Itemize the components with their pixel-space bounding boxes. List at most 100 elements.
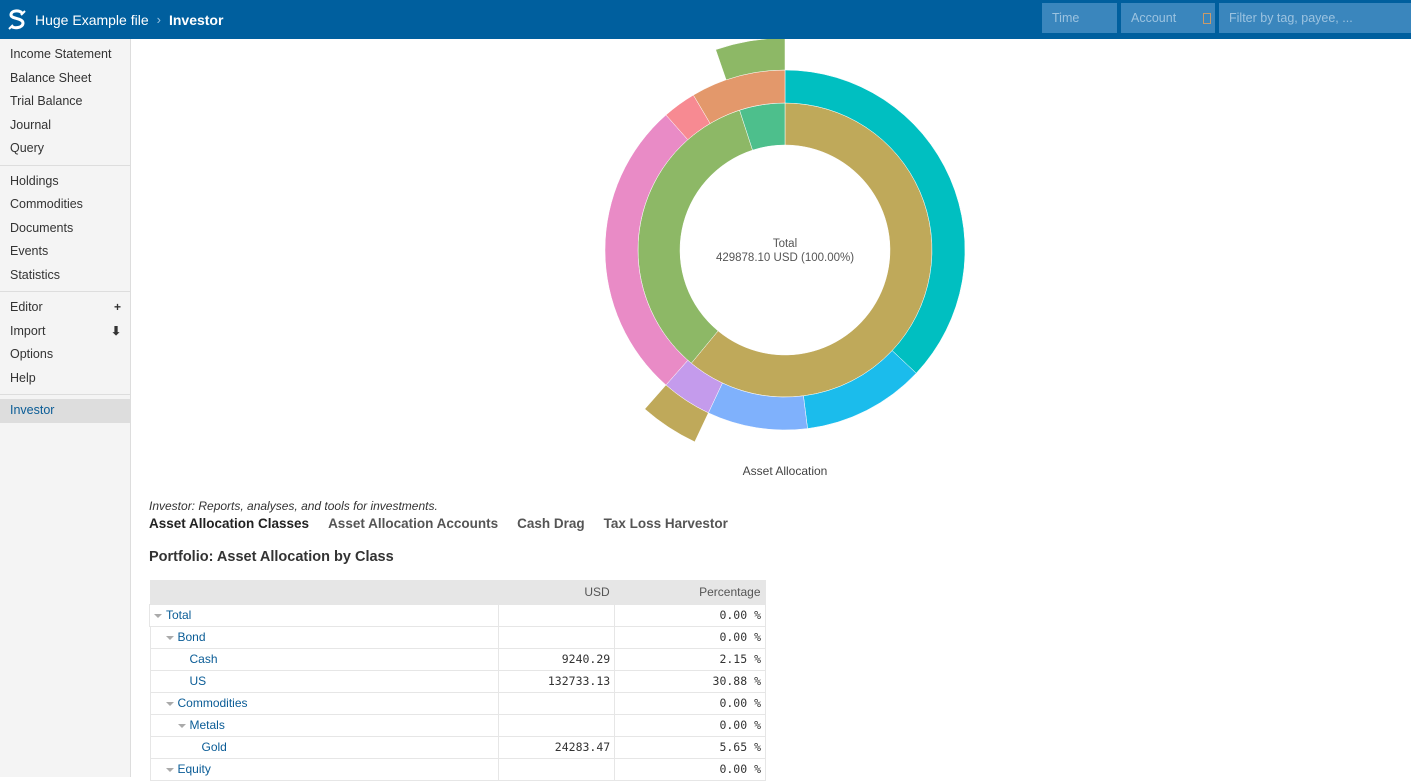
percentage-cell: 2.15 % <box>615 648 766 670</box>
tab-asset-allocation-classes[interactable]: Asset Allocation Classes <box>149 516 309 531</box>
usd-cell: 9240.29 <box>499 648 615 670</box>
tab-cash-drag[interactable]: Cash Drag <box>517 516 585 531</box>
sidebar-item-journal[interactable]: Journal <box>0 114 130 138</box>
sidebar-item-documents[interactable]: Documents <box>0 217 130 241</box>
sidebar-item-holdings[interactable]: Holdings <box>0 170 130 194</box>
collapse-toggle-icon[interactable] <box>178 724 186 728</box>
sidebar-item-query[interactable]: Query <box>0 137 130 161</box>
row-name-cell: Total <box>150 604 499 626</box>
usd-cell <box>499 626 615 648</box>
col-header-percentage[interactable]: Percentage <box>615 580 766 604</box>
sidebar-item-label: Documents <box>10 221 73 235</box>
tag-payee-filter-input[interactable]: Filter by tag, payee, ... <box>1219 3 1411 33</box>
sidebar-item-label: Journal <box>10 118 51 132</box>
sidebar-item-investor[interactable]: Investor <box>0 399 130 423</box>
account-link[interactable]: Commodities <box>178 696 248 710</box>
account-link[interactable]: Cash <box>190 652 218 666</box>
sidebar-item-commodities[interactable]: Commodities <box>0 193 130 217</box>
sidebar-item-label: Import <box>10 324 45 338</box>
account-link[interactable]: Gold <box>202 740 227 754</box>
col-header-usd[interactable]: USD <box>499 580 615 604</box>
row-name-cell: Bond <box>150 626 499 648</box>
collapse-toggle-icon[interactable] <box>166 768 174 772</box>
sidebar-item-label: Commodities <box>10 197 83 211</box>
breadcrumb-current: Investor <box>169 12 223 28</box>
row-name-cell: Gold <box>150 736 499 758</box>
sidebar-item-label: Trial Balance <box>10 94 83 108</box>
collapse-toggle-icon[interactable] <box>154 614 162 618</box>
sidebar-item-label: Income Statement <box>10 47 111 61</box>
account-filter-placeholder: Account <box>1131 11 1176 25</box>
sidebar-item-events[interactable]: Events <box>0 240 130 264</box>
sidebar-item-editor[interactable]: Editor + <box>0 296 130 320</box>
sidebar-item-income-statement[interactable]: Income Statement <box>0 43 130 67</box>
account-link[interactable]: Metals <box>190 718 225 732</box>
table-row: Cash 9240.292.15 % <box>150 648 766 670</box>
allocation-table: USD Percentage Total0.00 %Bond0.00 %Cash… <box>149 580 766 781</box>
plus-icon[interactable]: + <box>114 296 121 320</box>
breadcrumb-separator: › <box>157 12 161 27</box>
collapse-toggle-icon[interactable] <box>166 702 174 706</box>
sidebar-item-label: Editor <box>10 300 43 314</box>
table-row: Bond 0.00 % <box>150 626 766 648</box>
percentage-cell: 0.00 % <box>615 604 766 626</box>
chart-center-label: Total 429878.10 USD (100.00%) <box>685 237 885 265</box>
sidebar: Income Statement Balance Sheet Trial Balan… <box>0 39 131 777</box>
col-header-name <box>150 580 499 604</box>
sidebar-item-import[interactable]: Import ⬇ <box>0 320 130 344</box>
sidebar-item-balance-sheet[interactable]: Balance Sheet <box>0 67 130 91</box>
usd-cell: 24283.47 <box>499 736 615 758</box>
main-content: Total 429878.10 USD (100.00%) Asset Allo… <box>131 39 1411 777</box>
table-row: Total 0.00 % <box>150 604 766 626</box>
percentage-cell: 30.88 % <box>615 670 766 692</box>
account-link[interactable]: Total <box>166 608 191 622</box>
sidebar-item-options[interactable]: Options <box>0 343 130 367</box>
sidebar-item-statistics[interactable]: Statistics <box>0 264 130 288</box>
sidebar-item-label: Events <box>10 244 48 258</box>
tab-tax-loss-harvestor[interactable]: Tax Loss Harvestor <box>604 516 728 531</box>
collapse-toggle-icon[interactable] <box>166 636 174 640</box>
usd-cell <box>499 714 615 736</box>
row-name-cell: Commodities <box>150 692 499 714</box>
sidebar-item-label: Balance Sheet <box>10 71 91 85</box>
percentage-cell: 0.00 % <box>615 692 766 714</box>
sidebar-item-label: Holdings <box>10 174 59 188</box>
percentage-cell: 0.00 % <box>615 714 766 736</box>
table-row: US 132733.1330.88 % <box>150 670 766 692</box>
sidebar-group: Editor + Import ⬇Options Help <box>0 292 130 395</box>
extension-description: Investor: Reports, analyses, and tools f… <box>149 499 438 513</box>
sidebar-item-label: Help <box>10 371 36 385</box>
center-label-value: 429878.10 USD (100.00%) <box>685 251 885 265</box>
center-label-name: Total <box>685 237 885 251</box>
row-name-cell: Metals <box>150 714 499 736</box>
report-tabs: Asset Allocation Classes Asset Allocation… <box>149 516 728 531</box>
dropdown-icon <box>1203 13 1211 24</box>
sidebar-item-label: Statistics <box>10 268 60 282</box>
sidebar-item-help[interactable]: Help <box>0 367 130 391</box>
breadcrumb-file[interactable]: Huge Example file <box>35 12 149 28</box>
top-bar: Huge Example file › Investor Time Accoun… <box>0 0 1411 39</box>
section-title: Portfolio: Asset Allocation by Class <box>149 549 394 565</box>
usd-cell <box>499 692 615 714</box>
table-row: Commodities 0.00 % <box>150 692 766 714</box>
table-row: Metals 0.00 % <box>150 714 766 736</box>
usd-cell: 132733.13 <box>499 670 615 692</box>
account-link[interactable]: US <box>190 674 207 688</box>
account-link[interactable]: Bond <box>178 630 206 644</box>
row-name-cell: US <box>150 670 499 692</box>
table-header-row: USD Percentage <box>150 580 766 604</box>
chart-title: Asset Allocation <box>685 464 885 478</box>
download-icon[interactable]: ⬇ <box>111 320 121 344</box>
sidebar-item-trial-balance[interactable]: Trial Balance <box>0 90 130 114</box>
table-row: Gold 24283.475.65 % <box>150 736 766 758</box>
tab-asset-allocation-accounts[interactable]: Asset Allocation Accounts <box>328 516 498 531</box>
sidebar-group: Income Statement Balance Sheet Trial Balan… <box>0 39 130 166</box>
percentage-cell: 5.65 % <box>615 736 766 758</box>
time-filter-input[interactable]: Time <box>1042 3 1117 33</box>
sidebar-group: Holdings Commodities Documents Events Statis… <box>0 166 130 293</box>
filter-bar: Time Account Filter by tag, payee, ... <box>1042 3 1411 33</box>
beancount-logo-icon[interactable] <box>6 9 28 31</box>
account-filter-input[interactable]: Account <box>1121 3 1215 33</box>
account-link[interactable]: Equity <box>178 762 211 776</box>
percentage-cell: 0.00 % <box>615 626 766 648</box>
